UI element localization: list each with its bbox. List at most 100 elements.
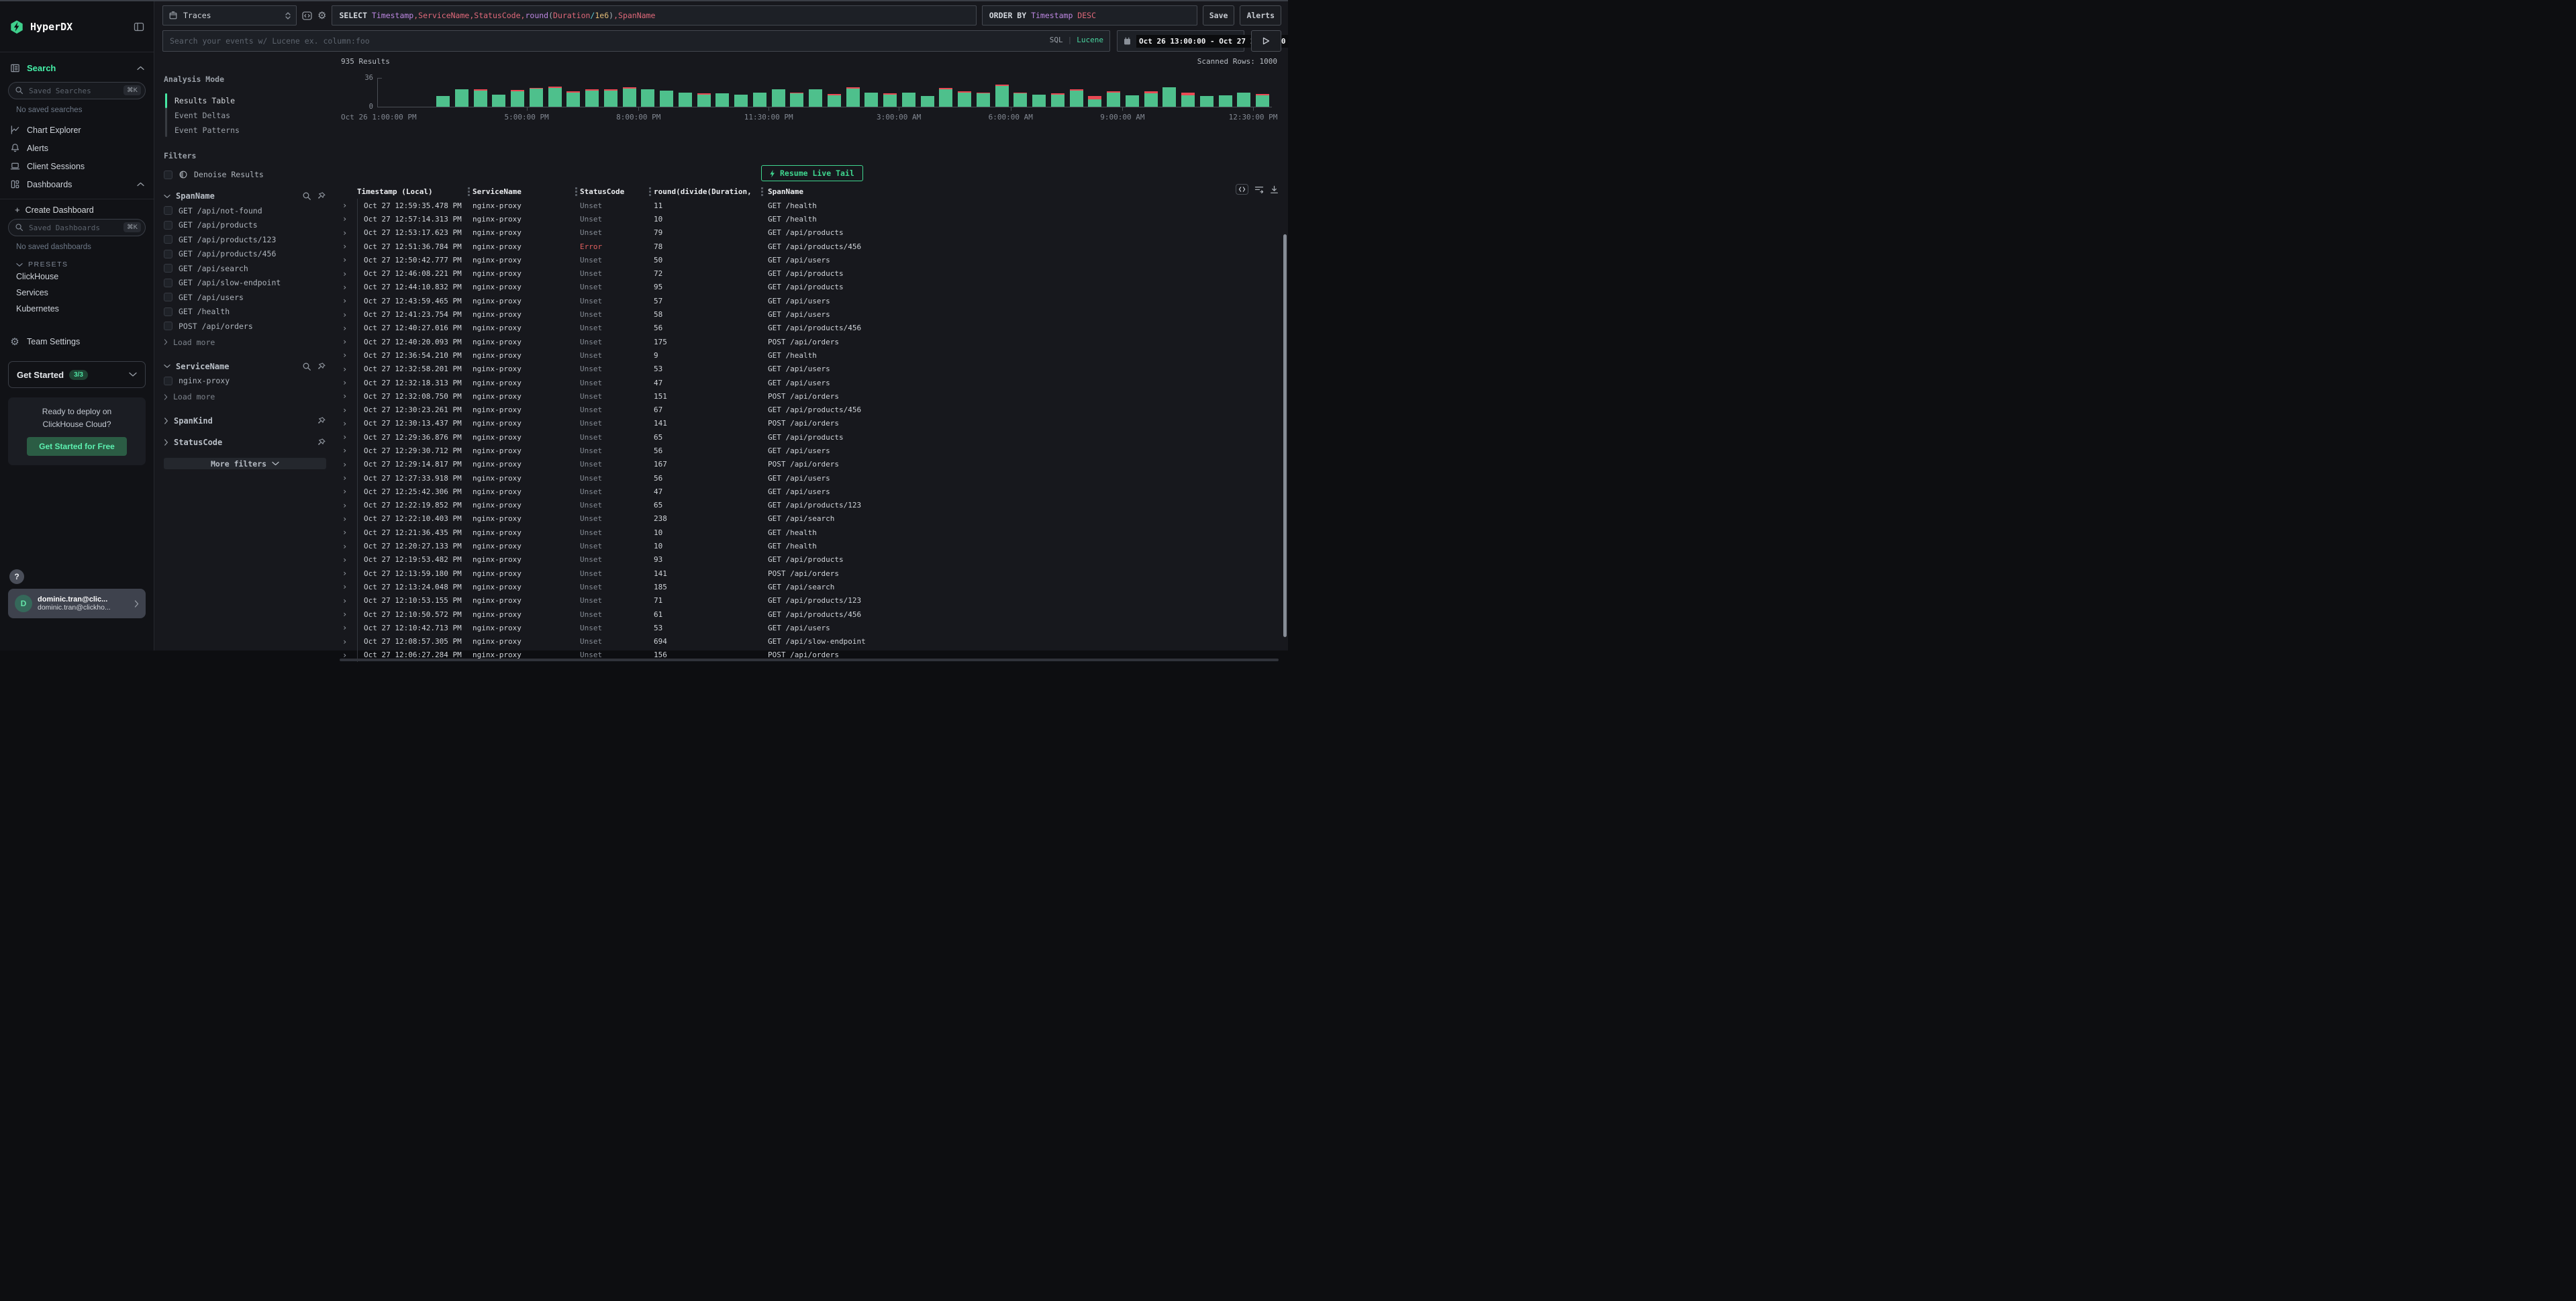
chart-bar[interactable] bbox=[1123, 77, 1142, 107]
chart-bar[interactable] bbox=[490, 77, 509, 107]
checkbox[interactable] bbox=[164, 221, 172, 230]
chart-bar[interactable] bbox=[620, 77, 639, 107]
chart-bar[interactable] bbox=[527, 77, 546, 107]
json-view-icon[interactable] bbox=[1236, 184, 1248, 195]
table-row[interactable]: › Oct 27 12:10:42.713 PM nginx-proxy Uns… bbox=[336, 621, 1288, 634]
table-row[interactable]: › Oct 27 12:32:18.313 PM nginx-proxy Uns… bbox=[336, 376, 1288, 389]
source-select[interactable]: Traces bbox=[162, 5, 297, 26]
search-icon[interactable] bbox=[302, 362, 311, 371]
table-row[interactable]: › Oct 27 12:22:19.852 PM nginx-proxy Uns… bbox=[336, 499, 1288, 512]
chart-bar[interactable] bbox=[546, 77, 564, 107]
row-expander-icon[interactable]: › bbox=[341, 610, 357, 619]
table-row[interactable]: › Oct 27 12:36:54.210 PM nginx-proxy Uns… bbox=[336, 348, 1288, 362]
row-expander-icon[interactable]: › bbox=[341, 242, 357, 251]
table-row[interactable]: › Oct 27 12:29:14.817 PM nginx-proxy Uns… bbox=[336, 458, 1288, 471]
table-row[interactable]: › Oct 27 12:29:30.712 PM nginx-proxy Uns… bbox=[336, 444, 1288, 457]
table-row[interactable]: › Oct 27 12:10:53.155 PM nginx-proxy Uns… bbox=[336, 594, 1288, 608]
column-resize-handle[interactable] bbox=[761, 187, 763, 196]
pin-icon[interactable] bbox=[317, 438, 326, 447]
checkbox[interactable] bbox=[164, 250, 172, 258]
table-row[interactable]: › Oct 27 12:13:24.048 PM nginx-proxy Uns… bbox=[336, 580, 1288, 593]
row-expander-icon[interactable]: › bbox=[341, 487, 357, 496]
filter-group-header[interactable]: SpanName bbox=[164, 191, 326, 201]
filter-option[interactable]: GET /api/not-found bbox=[164, 203, 326, 218]
filter-group-header[interactable]: ServiceName bbox=[164, 362, 326, 371]
table-row[interactable]: › Oct 27 12:08:57.305 PM nginx-proxy Uns… bbox=[336, 635, 1288, 648]
row-expander-icon[interactable]: › bbox=[341, 419, 357, 428]
chart-bar[interactable] bbox=[564, 77, 583, 107]
get-started-toggle[interactable]: Get Started 3/3 bbox=[8, 361, 146, 388]
download-icon[interactable] bbox=[1270, 185, 1279, 194]
row-expander-icon[interactable]: › bbox=[341, 391, 357, 401]
code-mode-icon[interactable] bbox=[302, 11, 312, 20]
checkbox[interactable] bbox=[164, 206, 172, 215]
chevron-up-icon[interactable] bbox=[137, 66, 144, 70]
table-row[interactable]: › Oct 27 12:40:20.093 PM nginx-proxy Uns… bbox=[336, 335, 1288, 348]
chart-bar[interactable] bbox=[974, 77, 993, 107]
chart-bar[interactable] bbox=[583, 77, 601, 107]
row-expander-icon[interactable]: › bbox=[341, 542, 357, 551]
pin-icon[interactable] bbox=[317, 416, 326, 426]
select-query-input[interactable]: SELECT Timestamp,ServiceName,StatusCode,… bbox=[332, 5, 976, 26]
table-row[interactable]: › Oct 27 12:27:33.918 PM nginx-proxy Uns… bbox=[336, 471, 1288, 485]
chart-bar[interactable] bbox=[657, 77, 676, 107]
row-expander-icon[interactable]: › bbox=[341, 255, 357, 264]
checkbox[interactable] bbox=[164, 264, 172, 273]
row-expander-icon[interactable]: › bbox=[341, 596, 357, 606]
row-expander-icon[interactable]: › bbox=[341, 324, 357, 333]
chart-bar[interactable] bbox=[1030, 77, 1048, 107]
column-resize-handle[interactable] bbox=[649, 187, 651, 196]
row-expander-icon[interactable]: › bbox=[341, 405, 357, 415]
chart-bar[interactable] bbox=[1104, 77, 1123, 107]
get-started-free-button[interactable]: Get Started for Free bbox=[27, 437, 127, 456]
table-row[interactable]: › Oct 27 12:51:36.784 PM nginx-proxy Err… bbox=[336, 240, 1288, 253]
chart-bar[interactable] bbox=[899, 77, 918, 107]
row-expander-icon[interactable]: › bbox=[341, 228, 357, 238]
table-row[interactable]: › Oct 27 12:41:23.754 PM nginx-proxy Uns… bbox=[336, 307, 1288, 321]
sidebar-item-team-settings[interactable]: ⚙ Team Settings bbox=[0, 332, 154, 352]
table-row[interactable]: › Oct 27 12:32:58.201 PM nginx-proxy Uns… bbox=[336, 363, 1288, 376]
presets-toggle[interactable]: PRESETS bbox=[0, 252, 154, 269]
filter-option[interactable]: GET /api/slow-endpoint bbox=[164, 276, 326, 291]
checkbox[interactable] bbox=[164, 377, 172, 385]
chart-bar[interactable] bbox=[1011, 77, 1030, 107]
column-resize-handle[interactable] bbox=[575, 187, 577, 196]
chart-bar[interactable] bbox=[378, 77, 397, 107]
table-row[interactable]: › Oct 27 12:21:36.435 PM nginx-proxy Uns… bbox=[336, 526, 1288, 539]
search-icon[interactable] bbox=[302, 191, 311, 201]
filter-option[interactable]: GET /api/products/456 bbox=[164, 247, 326, 262]
chart-bar[interactable] bbox=[1067, 77, 1086, 107]
date-range-picker[interactable]: Oct 26 13:00:00 - Oct 27 13:00:00 bbox=[1117, 30, 1244, 52]
filter-group-header[interactable]: StatusCode bbox=[164, 438, 326, 447]
chart-bar[interactable] bbox=[862, 77, 881, 107]
row-expander-icon[interactable]: › bbox=[341, 269, 357, 279]
chart-bar[interactable] bbox=[1235, 77, 1254, 107]
horizontal-scrollbar[interactable] bbox=[340, 659, 1279, 661]
chart-bar[interactable] bbox=[1216, 77, 1235, 107]
chart-bar[interactable] bbox=[676, 77, 695, 107]
chart-bar[interactable] bbox=[601, 77, 620, 107]
table-row[interactable]: › Oct 27 12:44:10.832 PM nginx-proxy Uns… bbox=[336, 281, 1288, 294]
preset-dashboard-item[interactable]: Services bbox=[0, 285, 154, 301]
row-expander-icon[interactable]: › bbox=[341, 296, 357, 305]
row-expander-icon[interactable]: › bbox=[341, 214, 357, 224]
chart-bar[interactable] bbox=[769, 77, 788, 107]
sidebar-item-chart-explorer[interactable]: Chart Explorer bbox=[0, 121, 154, 139]
chart-bar[interactable] bbox=[452, 77, 471, 107]
table-row[interactable]: › Oct 27 12:30:23.261 PM nginx-proxy Uns… bbox=[336, 403, 1288, 416]
filter-option[interactable]: GET /health bbox=[164, 305, 326, 320]
row-expander-icon[interactable]: › bbox=[341, 460, 357, 469]
row-expander-icon[interactable]: › bbox=[341, 337, 357, 346]
checkbox[interactable] bbox=[164, 293, 172, 301]
preset-dashboard-item[interactable]: Kubernetes bbox=[0, 301, 154, 317]
source-settings-gear-icon[interactable]: ⚙ bbox=[317, 11, 326, 21]
sidebar-item-dashboards[interactable]: Dashboards bbox=[0, 175, 154, 193]
table-row[interactable]: › Oct 27 12:30:13.437 PM nginx-proxy Uns… bbox=[336, 417, 1288, 430]
table-row[interactable]: › Oct 27 12:50:42.777 PM nginx-proxy Uns… bbox=[336, 253, 1288, 267]
alerts-button[interactable]: Alerts bbox=[1240, 5, 1281, 26]
analysis-mode-option[interactable]: Event Deltas bbox=[175, 108, 326, 123]
resume-live-tail-button[interactable]: Resume Live Tail bbox=[761, 165, 863, 181]
chart-bar[interactable] bbox=[955, 77, 974, 107]
filter-option[interactable]: GET /api/products/123 bbox=[164, 232, 326, 247]
checkbox[interactable] bbox=[164, 279, 172, 287]
